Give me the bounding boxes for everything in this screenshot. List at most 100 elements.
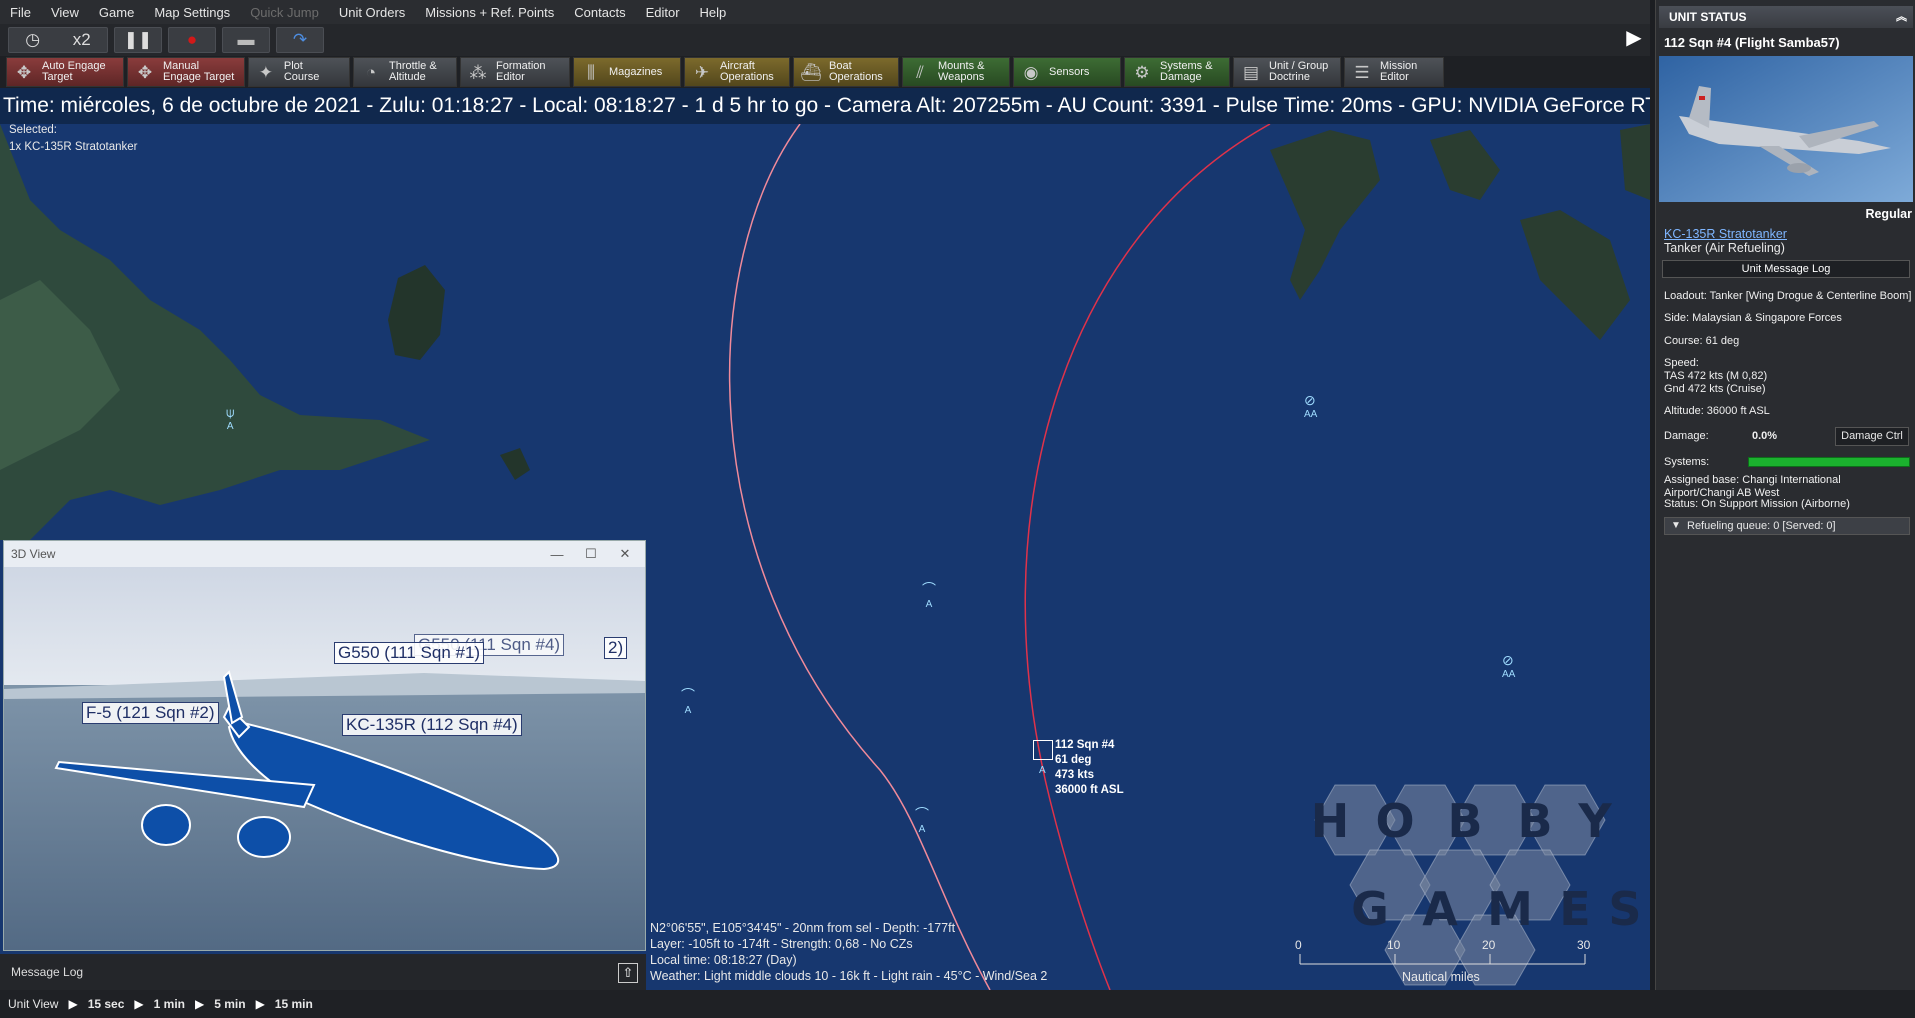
menu-editor[interactable]: Editor — [636, 5, 690, 20]
toolbar-button-sensors[interactable]: ◉ Sensors — [1013, 57, 1121, 87]
unit-message-log-button[interactable]: Unit Message Log — [1662, 260, 1910, 278]
toolbar-button-throttle-altitude[interactable]: ◔ Throttle & Altitude — [353, 57, 457, 87]
unit-base: Assigned base: Changi International Airp… — [1664, 474, 1841, 499]
menu-map-settings[interactable]: Map Settings — [144, 5, 240, 20]
3d-unit-label[interactable]: 2) — [604, 637, 628, 659]
unit-marker[interactable]: ⍦ A — [226, 404, 234, 432]
3d-unit-label[interactable]: F-5 (121 Sqn #2) — [82, 702, 219, 724]
toolbar-label-line: Sensors — [1049, 65, 1090, 78]
menu-file[interactable]: File — [0, 5, 41, 20]
selected-label: Selected: — [9, 124, 57, 136]
toolbar-button-auto-engage-target[interactable]: ✥ Auto Engage Target — [6, 57, 124, 87]
unit-marker[interactable]: ⌒ A — [915, 804, 929, 835]
watermark-letter: S — [1608, 882, 1640, 936]
unit-marker[interactable]: ⊘ AA — [1304, 392, 1317, 420]
toolbar-button-magazines[interactable]: ⫼ Magazines — [573, 57, 681, 87]
time-status-bar: Time: miércoles, 6 de octubre de 2021 - … — [0, 88, 1650, 124]
aircraft-symbol-icon: ⌒ — [915, 806, 929, 822]
toolbar-label-line: Operations — [720, 71, 774, 83]
maximize-button[interactable]: ☐ — [577, 543, 605, 565]
expand-panel-button[interactable]: ▶ — [1624, 18, 1644, 56]
selected-unit-marker[interactable]: A — [1033, 740, 1053, 776]
minimize-button[interactable]: — — [543, 543, 571, 565]
menu-help[interactable]: Help — [690, 5, 737, 20]
3d-viewport[interactable]: G550 (111 Sqn #4) G550 (111 Sqn #1) 2) F… — [4, 567, 645, 950]
aircraft-symbol-icon: ⊘ — [1502, 652, 1514, 668]
toolbar-button-plot-course[interactable]: ✦ Plot Course — [248, 57, 350, 87]
refueling-queue-dropdown[interactable]: ▼ Refueling queue: 0 [Served: 0] — [1664, 517, 1910, 535]
toolbar-button-mounts-weapons[interactable]: ⫽ Mounts & Weapons — [902, 57, 1010, 87]
redo-icon: ↷ — [292, 30, 308, 49]
toolbar-button-mission-editor[interactable]: ☰ Mission Editor — [1344, 57, 1444, 87]
message-log-bar[interactable]: Message Log — [0, 954, 646, 990]
toolbar-button-unit-group-doctrine[interactable]: ▤ Unit / Group Doctrine — [1233, 57, 1341, 87]
record-button[interactable]: ● — [168, 27, 216, 53]
toolbar-button-label: Systems & Damage — [1160, 61, 1213, 83]
toolbar-button-boat-operations[interactable]: ⛴ Boat Operations — [793, 57, 899, 87]
menu-missions[interactable]: Missions + Ref. Points — [415, 5, 564, 20]
3d-scene — [4, 567, 645, 950]
unit-loadout[interactable]: Loadout: Tanker [Wing Drogue & Centerlin… — [1664, 290, 1912, 303]
unit-class-link[interactable]: KC-135R Stratotanker — [1664, 227, 1787, 241]
readout-layer: Layer: -105ft to -174ft - Strength: 0,68… — [650, 937, 913, 951]
unit-marker[interactable]: ⊘ AA — [1502, 652, 1515, 680]
toolbar-label-line: Operations — [829, 71, 883, 83]
unit-speed: 473 kts — [1055, 769, 1095, 781]
panel-header[interactable]: UNIT STATUS ︽ — [1659, 6, 1913, 28]
unit-marker[interactable]: ⌒ A — [922, 579, 936, 610]
command-toolbar: ✥ Auto Engage Target ✥ Manual Engage Target ✦ P… — [0, 56, 1650, 88]
unit-type: KC-135R Stratotanker Tanker (Air Refueli… — [1664, 227, 1787, 255]
time-compression-control[interactable]: ◷ x2 — [8, 27, 108, 53]
toolbar-button-manual-engage-target[interactable]: ✥ Manual Engage Target — [127, 57, 245, 87]
3d-unit-label[interactable]: KC-135R (112 Sqn #4) — [342, 714, 522, 736]
unit-marker[interactable]: ⌒ A — [681, 685, 695, 716]
unit-status-panel: UNIT STATUS ︽ 112 Sqn #4 (Flight Samba57… — [1655, 0, 1915, 990]
pause-button[interactable]: ❚❚ — [114, 27, 162, 53]
watermark-letter: B — [1447, 794, 1482, 848]
step-1min-button[interactable]: 1 min — [154, 997, 185, 1011]
unit-view-label[interactable]: Unit View — [8, 997, 58, 1011]
arrow-up-icon: ⇧ — [622, 965, 634, 980]
hangar-button[interactable]: ▬ — [222, 27, 270, 53]
toolbar-label-line: Doctrine — [1269, 71, 1310, 83]
toolbar-label-line: Editor — [1380, 71, 1409, 83]
3d-view-window[interactable]: 3D View — ☐ ✕ G550 (111 Sqn #4) G550 (11… — [3, 540, 646, 951]
formation-icon: ⁂ — [469, 62, 487, 82]
menu-view[interactable]: View — [41, 5, 89, 20]
collapse-chevron-icon[interactable]: ︽ — [1896, 6, 1907, 28]
toolbar-button-systems-damage[interactable]: ⚙ Systems & Damage — [1124, 57, 1230, 87]
step-5min-button[interactable]: 5 min — [214, 997, 245, 1011]
step-15min-button[interactable]: 15 min — [275, 997, 313, 1011]
close-button[interactable]: ✕ — [611, 543, 639, 565]
play-step-icon: ▶ — [68, 997, 78, 1011]
step-15sec-button[interactable]: 15 sec — [88, 997, 125, 1011]
scale-bar: 0 10 20 30 Nautical miles — [1295, 938, 1595, 990]
unit-speed: Speed: TAS 472 kts (M 0,82) Gnd 472 kts … — [1664, 357, 1912, 396]
menu-unit-orders[interactable]: Unit Orders — [329, 5, 415, 20]
toolbar-label-line: Plot Course — [283, 60, 320, 83]
watermark-letter: A — [1422, 882, 1458, 936]
hangar-icon: ▬ — [237, 30, 255, 49]
menu-game[interactable]: Game — [89, 5, 144, 20]
redo-button[interactable]: ↷ — [276, 27, 324, 53]
menu-contacts[interactable]: Contacts — [564, 5, 635, 20]
cursor-readout: N2°06'55", E105°34'45" - 20nm from sel -… — [650, 920, 1047, 984]
3d-unit-label[interactable]: G550 (111 Sqn #1) — [334, 642, 485, 664]
toolbar-button-label: Throttle & Altitude — [389, 61, 437, 83]
toolbar-button-aircraft-operations[interactable]: ✈ Aircraft Operations — [684, 57, 790, 87]
compass-icon: ✦ — [258, 62, 274, 82]
clock-icon: ◷ — [25, 30, 41, 49]
expand-triangle-icon: ▼ — [1671, 520, 1681, 531]
toolbar-button-formation-editor[interactable]: ⁂ Formation Editor — [460, 57, 570, 87]
readout-weather: Weather: Light middle clouds 10 - 16k ft… — [650, 969, 1048, 983]
panel-title: UNIT STATUS — [1669, 10, 1747, 24]
watermark-letter: E — [1559, 882, 1590, 936]
toolbar-button-label: Formation Editor — [496, 61, 546, 83]
systems-health-bar — [1748, 457, 1910, 467]
toolbar-button-label: Boat Operations — [829, 61, 883, 83]
toolbar-button-label: Sensors — [1049, 65, 1090, 78]
damage-control-button[interactable]: Damage Ctrl — [1835, 427, 1909, 446]
toolbar-label-line: Editor — [496, 71, 525, 83]
message-log-expand-button[interactable]: ⇧ — [618, 963, 638, 983]
unit-title: 112 Sqn #4 (Flight Samba57) — [1664, 35, 1840, 50]
